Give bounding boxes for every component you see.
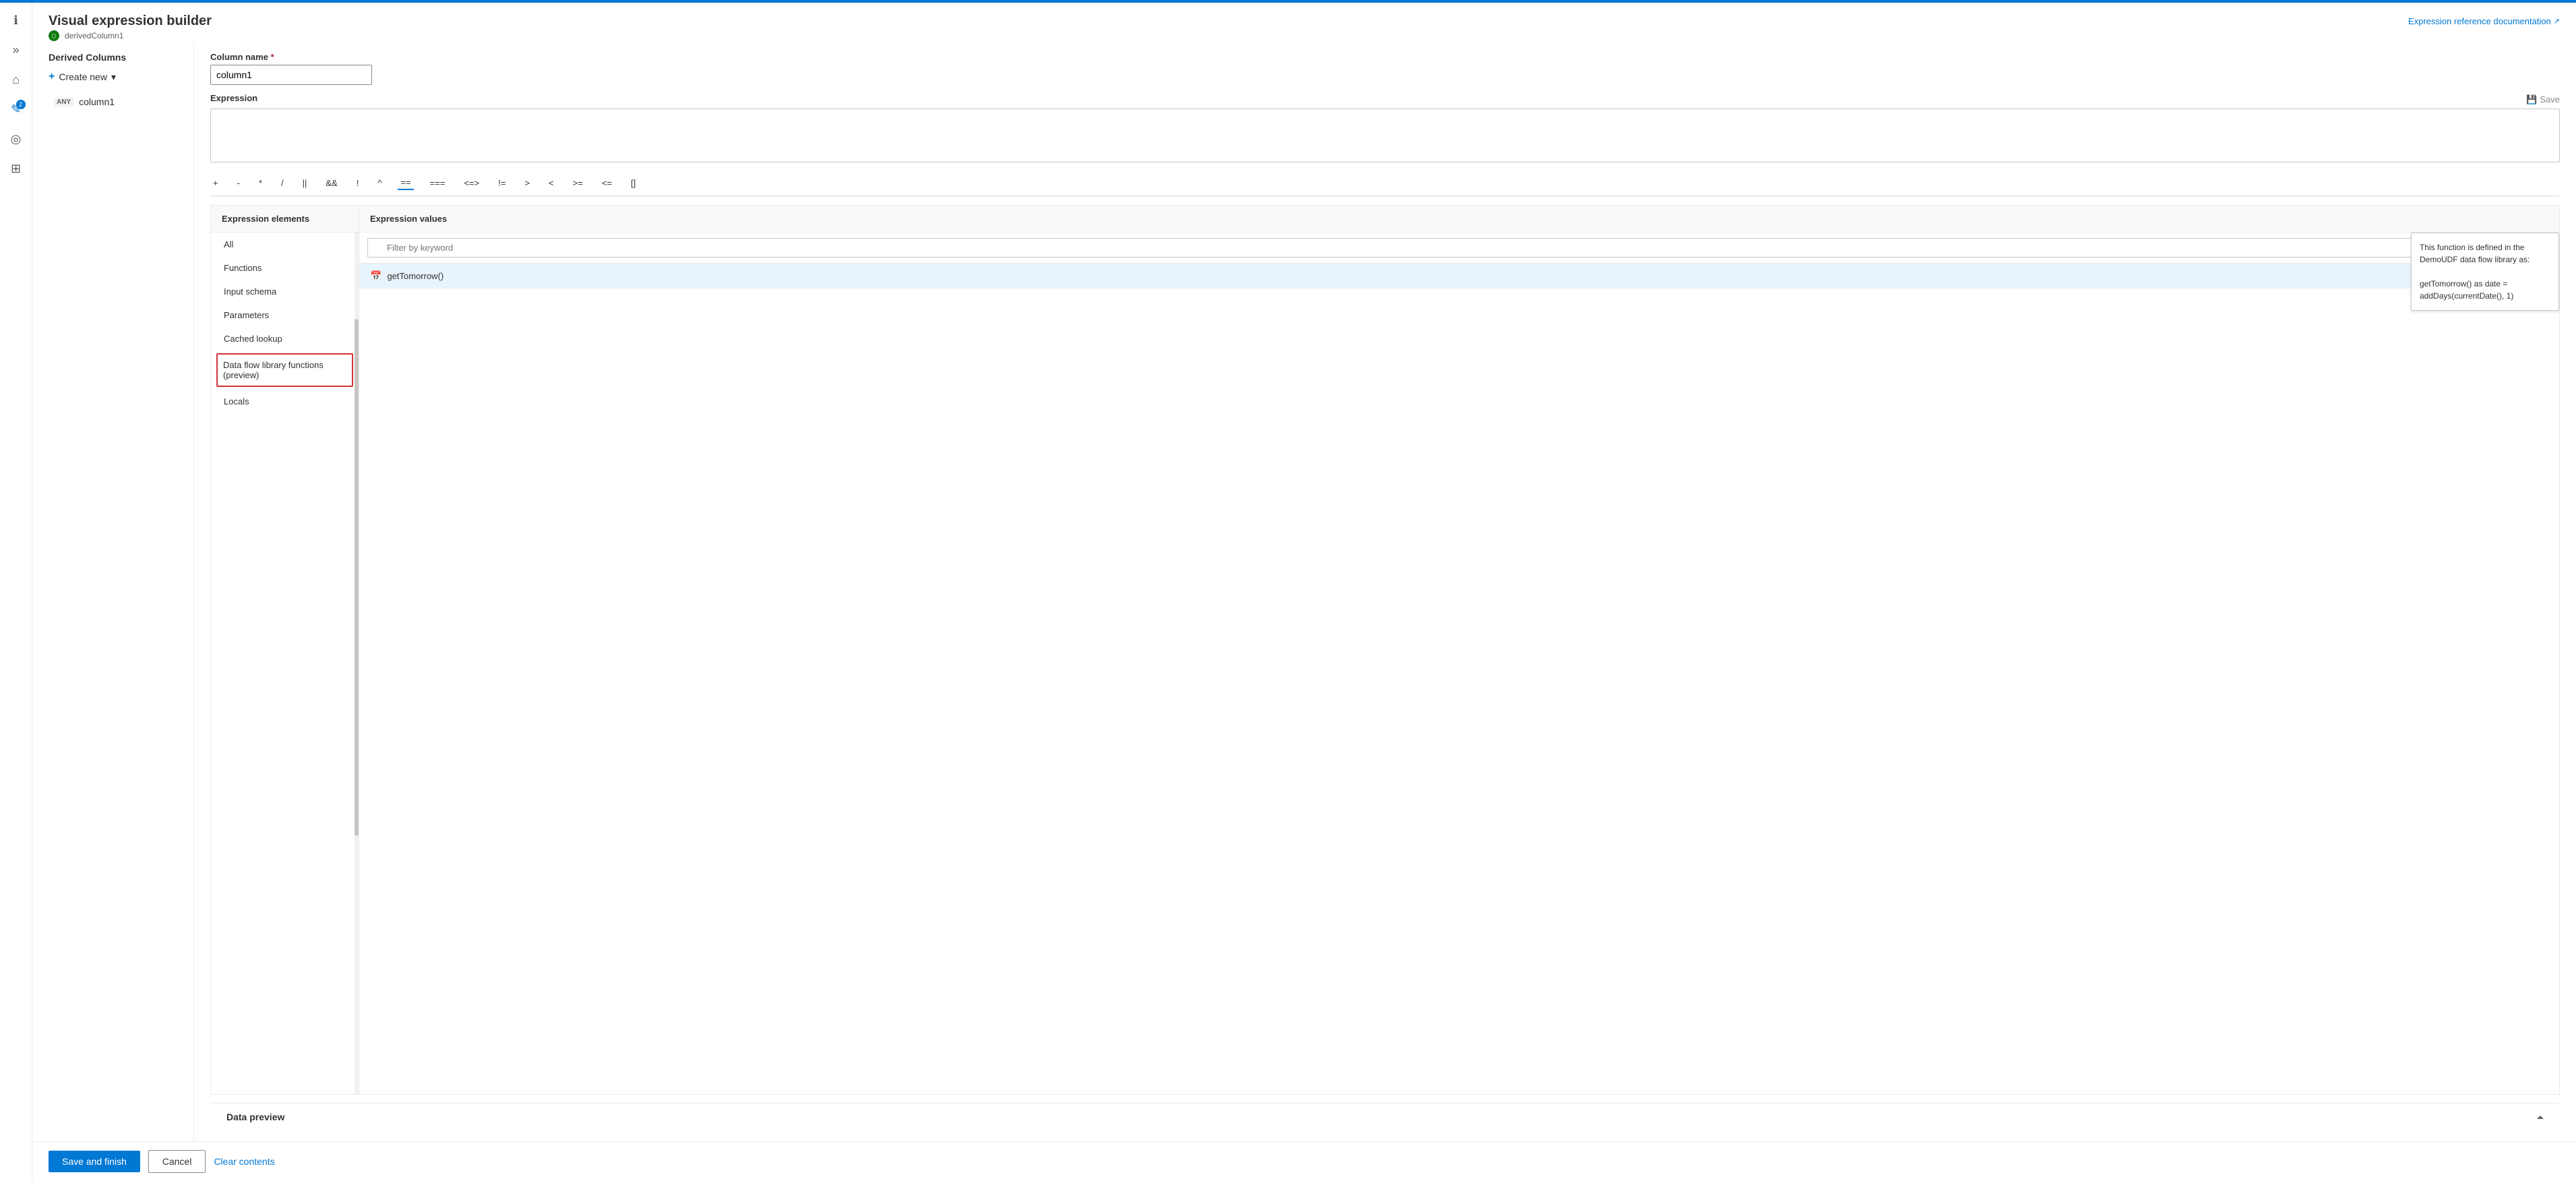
- filter-input-container: 🔍: [367, 238, 2551, 258]
- values-panel: Expression values 🔍 📅 getTomorrow(): [359, 206, 2559, 1094]
- data-preview-header[interactable]: Data preview: [210, 1103, 2560, 1130]
- op-lt[interactable]: <: [546, 176, 557, 190]
- expr-ref-label: Expression reference documentation: [2408, 16, 2551, 26]
- data-preview-section: Data preview: [210, 1103, 2560, 1130]
- element-item-locals[interactable]: Locals: [211, 390, 359, 413]
- nav-icon-briefcase[interactable]: ⊞: [4, 156, 28, 181]
- column-type-badge: ANY: [54, 98, 73, 107]
- op-pipe[interactable]: ||: [300, 176, 310, 190]
- expression-section: Expression 💾 Save: [210, 93, 2560, 162]
- column-name-field: Column name *: [210, 52, 2560, 85]
- page-title: Visual expression builder: [49, 13, 212, 29]
- chevron-up-icon: [2537, 1116, 2544, 1119]
- expression-textarea[interactable]: [210, 109, 2560, 162]
- filter-input[interactable]: [367, 238, 2551, 258]
- column-name-label: Column name *: [210, 52, 2560, 62]
- save-icon: 💾: [2526, 94, 2537, 105]
- main-panel: Column name * Expression 💾 Save: [194, 41, 2576, 1141]
- function-tooltip-text: This function is defined in the DemoUDF …: [2420, 243, 2529, 301]
- op-gt[interactable]: >: [522, 176, 532, 190]
- op-lte[interactable]: <=: [599, 176, 615, 190]
- function-tooltip: This function is defined in the DemoUDF …: [2411, 233, 2559, 311]
- save-label: Save: [2540, 94, 2560, 104]
- element-item-data-flow-library[interactable]: Data flow library functions(preview): [216, 353, 353, 387]
- required-star: *: [271, 52, 274, 62]
- cancel-button[interactable]: Cancel: [148, 1150, 206, 1173]
- footer: Save and finish Cancel Clear contents: [32, 1141, 2576, 1181]
- element-item-cached-lookup[interactable]: Cached lookup: [211, 327, 359, 351]
- breadcrumb-icon: ⬡: [49, 30, 59, 41]
- breadcrumb: ⬡ derivedColumn1: [49, 30, 212, 41]
- nav-icon-edit[interactable]: ✎ 2: [4, 97, 28, 121]
- nav-icon-home[interactable]: ⌂: [4, 67, 28, 92]
- value-item-getTomorrow[interactable]: 📅 getTomorrow(): [359, 264, 2559, 289]
- op-not[interactable]: !: [354, 176, 362, 190]
- value-item-label: getTomorrow(): [387, 271, 443, 281]
- create-new-button[interactable]: + Create new ▾: [49, 71, 116, 83]
- expression-reference-link[interactable]: Expression reference documentation ↗: [2408, 16, 2560, 26]
- data-preview-title: Data preview: [226, 1112, 284, 1122]
- scrollbar-thumb: [355, 319, 359, 836]
- external-link-icon: ↗: [2554, 17, 2560, 26]
- chevron-down-icon: ▾: [111, 71, 116, 83]
- column-item-label: column1: [79, 96, 115, 107]
- left-navigation: ℹ » ⌂ ✎ 2 ◎ ⊞: [0, 3, 32, 1181]
- nav-icon-monitor[interactable]: ◎: [4, 127, 28, 151]
- elements-panel: Expression elements All Functions Input …: [211, 206, 359, 1094]
- operator-bar: + - * / || && ! ^ == === <=> != > < >= <…: [210, 171, 2560, 197]
- save-and-finish-button[interactable]: Save and finish: [49, 1151, 140, 1172]
- element-item-parameters[interactable]: Parameters: [211, 303, 359, 327]
- calendar-icon: 📅: [370, 270, 381, 282]
- op-minus[interactable]: -: [235, 176, 243, 190]
- expression-save-button[interactable]: 💾 Save: [2526, 94, 2560, 105]
- expression-elements-layout: Expression elements All Functions Input …: [210, 205, 2560, 1095]
- element-item-functions[interactable]: Functions: [211, 256, 359, 280]
- sidebar-section-title: Derived Columns: [49, 52, 177, 63]
- header: Visual expression builder ⬡ derivedColum…: [32, 3, 2576, 41]
- op-spaceship[interactable]: <=>: [461, 176, 482, 190]
- filter-input-wrapper: 🔍: [359, 233, 2559, 264]
- op-divide[interactable]: /: [278, 176, 286, 190]
- column-name-input[interactable]: [210, 65, 372, 85]
- nav-icon-expand[interactable]: »: [4, 38, 28, 62]
- column-item[interactable]: ANY column1: [49, 94, 177, 110]
- create-new-label: Create new: [59, 71, 107, 82]
- expression-label: Expression: [210, 93, 257, 103]
- op-multiply[interactable]: *: [256, 176, 265, 190]
- op-gte[interactable]: >=: [570, 176, 586, 190]
- scrollbar-track: [355, 233, 359, 1094]
- op-and[interactable]: &&: [323, 176, 340, 190]
- breadcrumb-text: derivedColumn1: [65, 31, 123, 40]
- op-plus[interactable]: +: [210, 176, 221, 190]
- elements-list: All Functions Input schema Parameters Ca…: [211, 233, 359, 1094]
- derived-columns-sidebar: Derived Columns + Create new ▾ ANY colum…: [32, 41, 194, 1141]
- op-strict-eq[interactable]: ===: [427, 176, 448, 190]
- values-panel-header: Expression values: [359, 206, 2559, 233]
- plus-icon: +: [49, 71, 55, 83]
- nav-edit-badge: 2: [16, 100, 26, 109]
- values-list: 📅 getTomorrow(): [359, 264, 2559, 1094]
- elements-panel-header: Expression elements: [211, 206, 359, 233]
- element-item-input-schema[interactable]: Input schema: [211, 280, 359, 303]
- clear-contents-button[interactable]: Clear contents: [214, 1151, 274, 1172]
- nav-icon-info[interactable]: ℹ: [4, 8, 28, 32]
- op-caret[interactable]: ^: [375, 176, 384, 190]
- op-brackets[interactable]: []: [628, 176, 638, 190]
- op-neq[interactable]: !=: [495, 176, 508, 190]
- op-eq[interactable]: ==: [398, 176, 413, 190]
- element-item-all[interactable]: All: [211, 233, 359, 256]
